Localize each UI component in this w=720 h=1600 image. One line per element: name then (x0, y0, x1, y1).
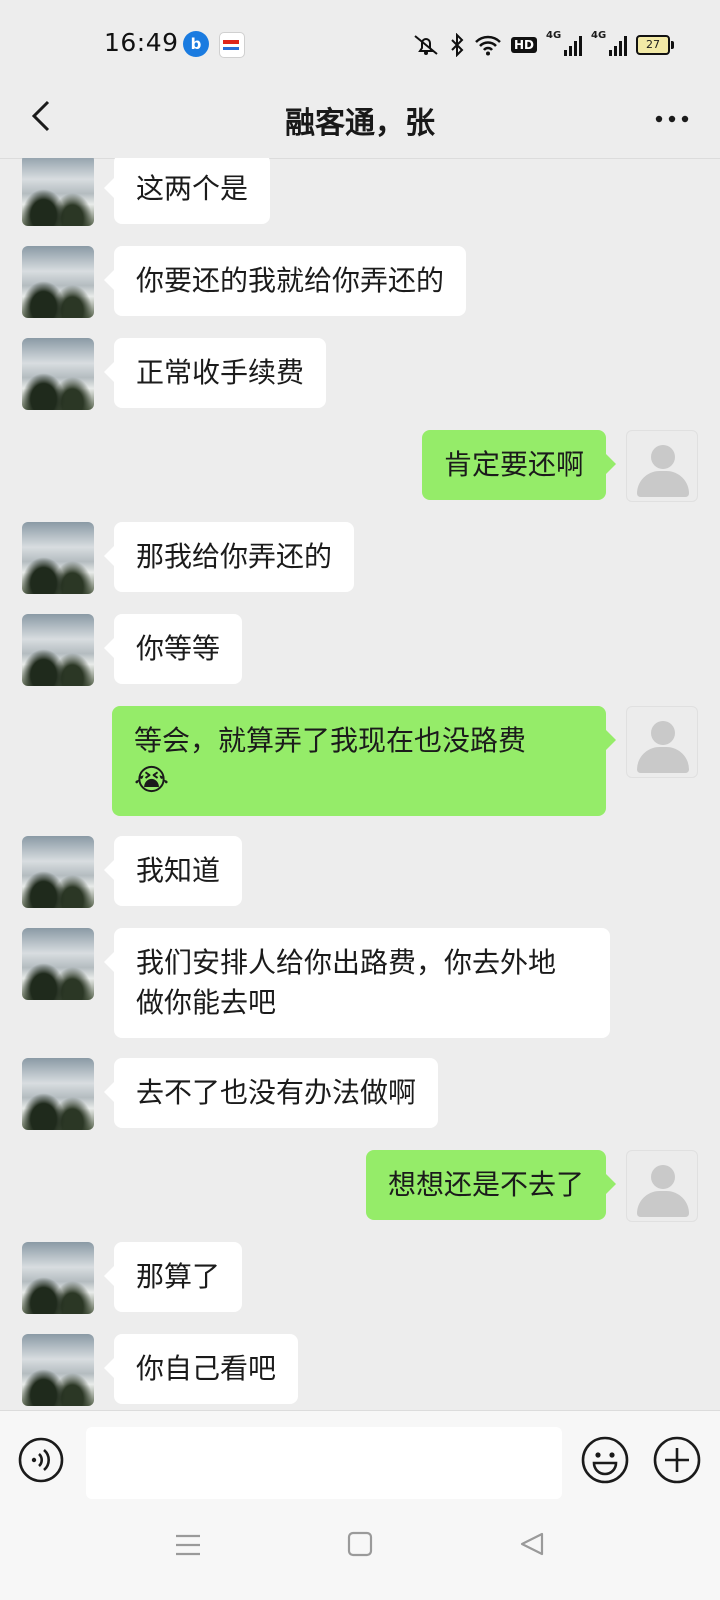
message-text: 做你能去吧 (136, 986, 277, 1019)
contact-avatar[interactable] (22, 522, 94, 594)
message-bubble[interactable]: 等会，就算弄了我现在也没路费 😭 (112, 706, 616, 816)
message-bubble[interactable]: 我们安排人给你出路费，你去外地 做你能去吧 (104, 928, 610, 1038)
message-text: 你自己看吧 (136, 1352, 277, 1385)
message-text: 我知道 (136, 854, 221, 887)
status-time: 16:49 (104, 28, 179, 57)
message-text: 你要还的我就给你弄还的 (136, 264, 445, 297)
message-text: 等会，就算弄了我现在也没路费 (134, 724, 527, 757)
message-text: 我们安排人给你出路费，你去外地 (136, 946, 557, 979)
contact-avatar[interactable] (22, 1334, 94, 1406)
message-text: 想想还是不去了 (387, 1168, 584, 1201)
message-text: 正常收手续费 (136, 356, 305, 389)
chat-title: 融客通，张 (285, 106, 435, 141)
user-avatar[interactable] (626, 1150, 698, 1222)
message-bubble[interactable]: 肯定要还啊 (421, 430, 617, 500)
status-bar: 16:49 b HD 4G 4G 27 (0, 0, 720, 90)
user-avatar[interactable] (626, 706, 698, 778)
network-type-label: 4G (591, 30, 607, 41)
voice-icon[interactable] (18, 1437, 64, 1483)
message-bubble[interactable]: 这两个是 (103, 158, 271, 224)
message-bubble[interactable]: 正常收手续费 (103, 338, 327, 408)
signal-4g-icon: 4G (546, 30, 582, 56)
chat-header: 融客通，张 (0, 90, 720, 159)
status-icons: HD 4G 4G 27 (412, 30, 674, 60)
message-bubble[interactable]: 想想还是不去了 (365, 1150, 617, 1220)
message-bubble[interactable]: 你自己看吧 (103, 1334, 299, 1404)
contact-avatar[interactable] (22, 246, 94, 318)
crying-emoji-icon: 😭 (134, 763, 170, 798)
system-nav-bar (0, 1510, 720, 1600)
news-app-icon (219, 32, 245, 58)
message-list[interactable]: 这两个是 你要还的我就给你弄还的 正常收手续费 肯定要还啊 那我给你弄还的 你等… (0, 158, 720, 1410)
contact-avatar[interactable] (22, 1242, 94, 1314)
more-dots-icon (655, 115, 689, 123)
message-text: 这两个是 (136, 172, 249, 205)
more-options-icon[interactable] (654, 110, 690, 124)
mute-icon (414, 35, 438, 55)
back-icon[interactable] (518, 1530, 546, 1558)
message-input[interactable] (86, 1427, 562, 1499)
message-text: 你等等 (136, 632, 221, 665)
message-bubble[interactable]: 你等等 (103, 614, 243, 684)
bluetooth-icon (451, 33, 464, 57)
message-bubble[interactable]: 我知道 (103, 836, 243, 906)
message-bubble[interactable]: 那我给你弄还的 (103, 522, 355, 592)
message-bubble[interactable]: 你要还的我就给你弄还的 (103, 246, 467, 316)
battery-icon: 27 (636, 35, 674, 55)
contact-avatar[interactable] (22, 338, 94, 410)
plus-icon[interactable] (652, 1435, 702, 1485)
browser-app-icon: b (183, 31, 209, 57)
user-avatar[interactable] (626, 430, 698, 502)
message-bubble[interactable]: 那算了 (103, 1242, 243, 1312)
contact-avatar[interactable] (22, 158, 94, 226)
contact-avatar[interactable] (22, 836, 94, 908)
hd-voice-icon: HD (510, 37, 537, 53)
message-text: 去不了也没有办法做啊 (136, 1076, 417, 1109)
home-icon[interactable] (346, 1530, 374, 1558)
menu-icon[interactable] (174, 1532, 202, 1558)
contact-avatar[interactable] (22, 1058, 94, 1130)
message-text: 肯定要还啊 (443, 448, 584, 481)
contact-avatar[interactable] (22, 614, 94, 686)
network-type-label: 4G (546, 30, 562, 41)
message-text: 那我给你弄还的 (136, 540, 333, 573)
emoji-icon[interactable] (580, 1435, 630, 1485)
wifi-icon (475, 35, 501, 56)
contact-avatar[interactable] (22, 928, 94, 1000)
message-bubble[interactable]: 去不了也没有办法做啊 (103, 1058, 439, 1128)
input-bar (0, 1410, 720, 1511)
signal-4g-icon: 4G (591, 30, 627, 56)
message-text: 那算了 (136, 1260, 221, 1293)
